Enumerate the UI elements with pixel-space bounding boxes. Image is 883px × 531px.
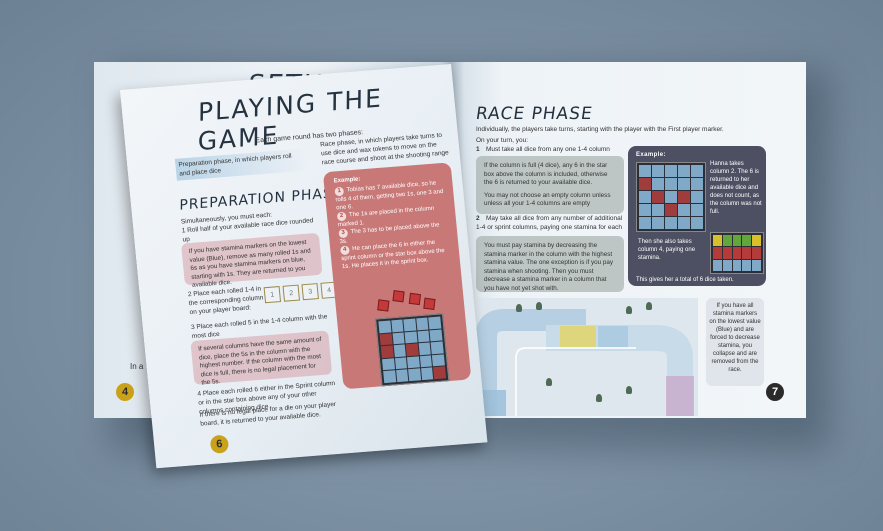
dice-columns-row: 1 2 3 4: [263, 281, 338, 304]
race-example-text-3: This gives her a total of 6 dice taken.: [636, 277, 734, 283]
race-course-image: [476, 298, 698, 416]
left-page-peek-text: In a: [130, 362, 144, 371]
left-page-number: 4: [116, 383, 134, 401]
example-player-board: [375, 313, 450, 387]
rolled-die-icon: [408, 292, 421, 306]
preparation-phase-summary: Preparation phase, in which players roll…: [174, 148, 309, 181]
race-example-label: Example:: [636, 152, 666, 158]
bullet-2-icon: 2: [336, 211, 347, 222]
race-step-2: 2 May take all dice from any number of ad…: [476, 215, 623, 231]
bullet-1-icon: 1: [334, 186, 345, 197]
front-page-number: 6: [209, 434, 230, 454]
stamina-board-image: [710, 232, 764, 274]
die-face-2: 2: [282, 284, 301, 302]
race-step-2-note: You must pay stamina by decreasing the s…: [476, 236, 624, 292]
race-step-1-note: If the column is full (4 dice), any 6 in…: [476, 156, 624, 214]
prep-example-line-4: He can place the 6 in either the sprint …: [340, 239, 445, 271]
bullet-3-icon: 3: [338, 228, 349, 239]
race-example-box: Example: Hanna takes column 2. The 6 is …: [628, 146, 766, 286]
prep-example-label: Example:: [333, 176, 361, 185]
rolled-die-icon: [392, 290, 405, 303]
race-step-1-text: Must take all dice from any one 1-4 colu…: [486, 146, 610, 153]
right-page-number: 7: [766, 383, 784, 401]
preparation-phase-heading: PREPARATION PHASE: [179, 184, 343, 214]
on-your-turn: On your turn, you:: [476, 137, 529, 144]
race-course-drawing: [476, 309, 694, 416]
turning-page: PLAYING THE GAME Each game round has two…: [120, 63, 488, 469]
prep-step-2: 2 Place each rolled 1-4 in the correspon…: [187, 285, 264, 317]
tie-note-box: If several columns have the same amount …: [190, 330, 333, 387]
race-phase-title: RACE PHASE: [474, 104, 595, 124]
die-face-3: 3: [301, 283, 319, 301]
prep-example-box: Example: 1 Tobias has 7 available dice, s…: [322, 162, 472, 390]
stamina-collapse-note: If you have all stamina markers on the l…: [706, 298, 764, 386]
race-example-text-1: Hanna takes column 2. The 6 is returned …: [710, 161, 762, 215]
race-step-1: 1 Must take all dice from any one 1-4 col…: [476, 146, 610, 153]
player-board-image: [636, 162, 706, 232]
die-face-1: 1: [263, 286, 282, 304]
race-step-1-note-b: You may not choose an empty column unles…: [484, 191, 611, 208]
rolled-die-icon: [423, 297, 436, 311]
race-step-1-note-a: If the column is full (4 dice), any 6 in…: [484, 162, 608, 187]
bullet-4-icon: 4: [339, 245, 350, 256]
race-phase-intro: Individually, the players take turns, st…: [476, 126, 724, 133]
rolled-die-icon: [377, 299, 390, 312]
race-step-2-text: May take all dice from any number of add…: [476, 215, 623, 231]
prep-example-lines: 1 Tobias has 7 available dice, so he roll…: [334, 179, 452, 271]
race-example-text-2: Then she also takes column 4, paying one…: [638, 239, 696, 261]
